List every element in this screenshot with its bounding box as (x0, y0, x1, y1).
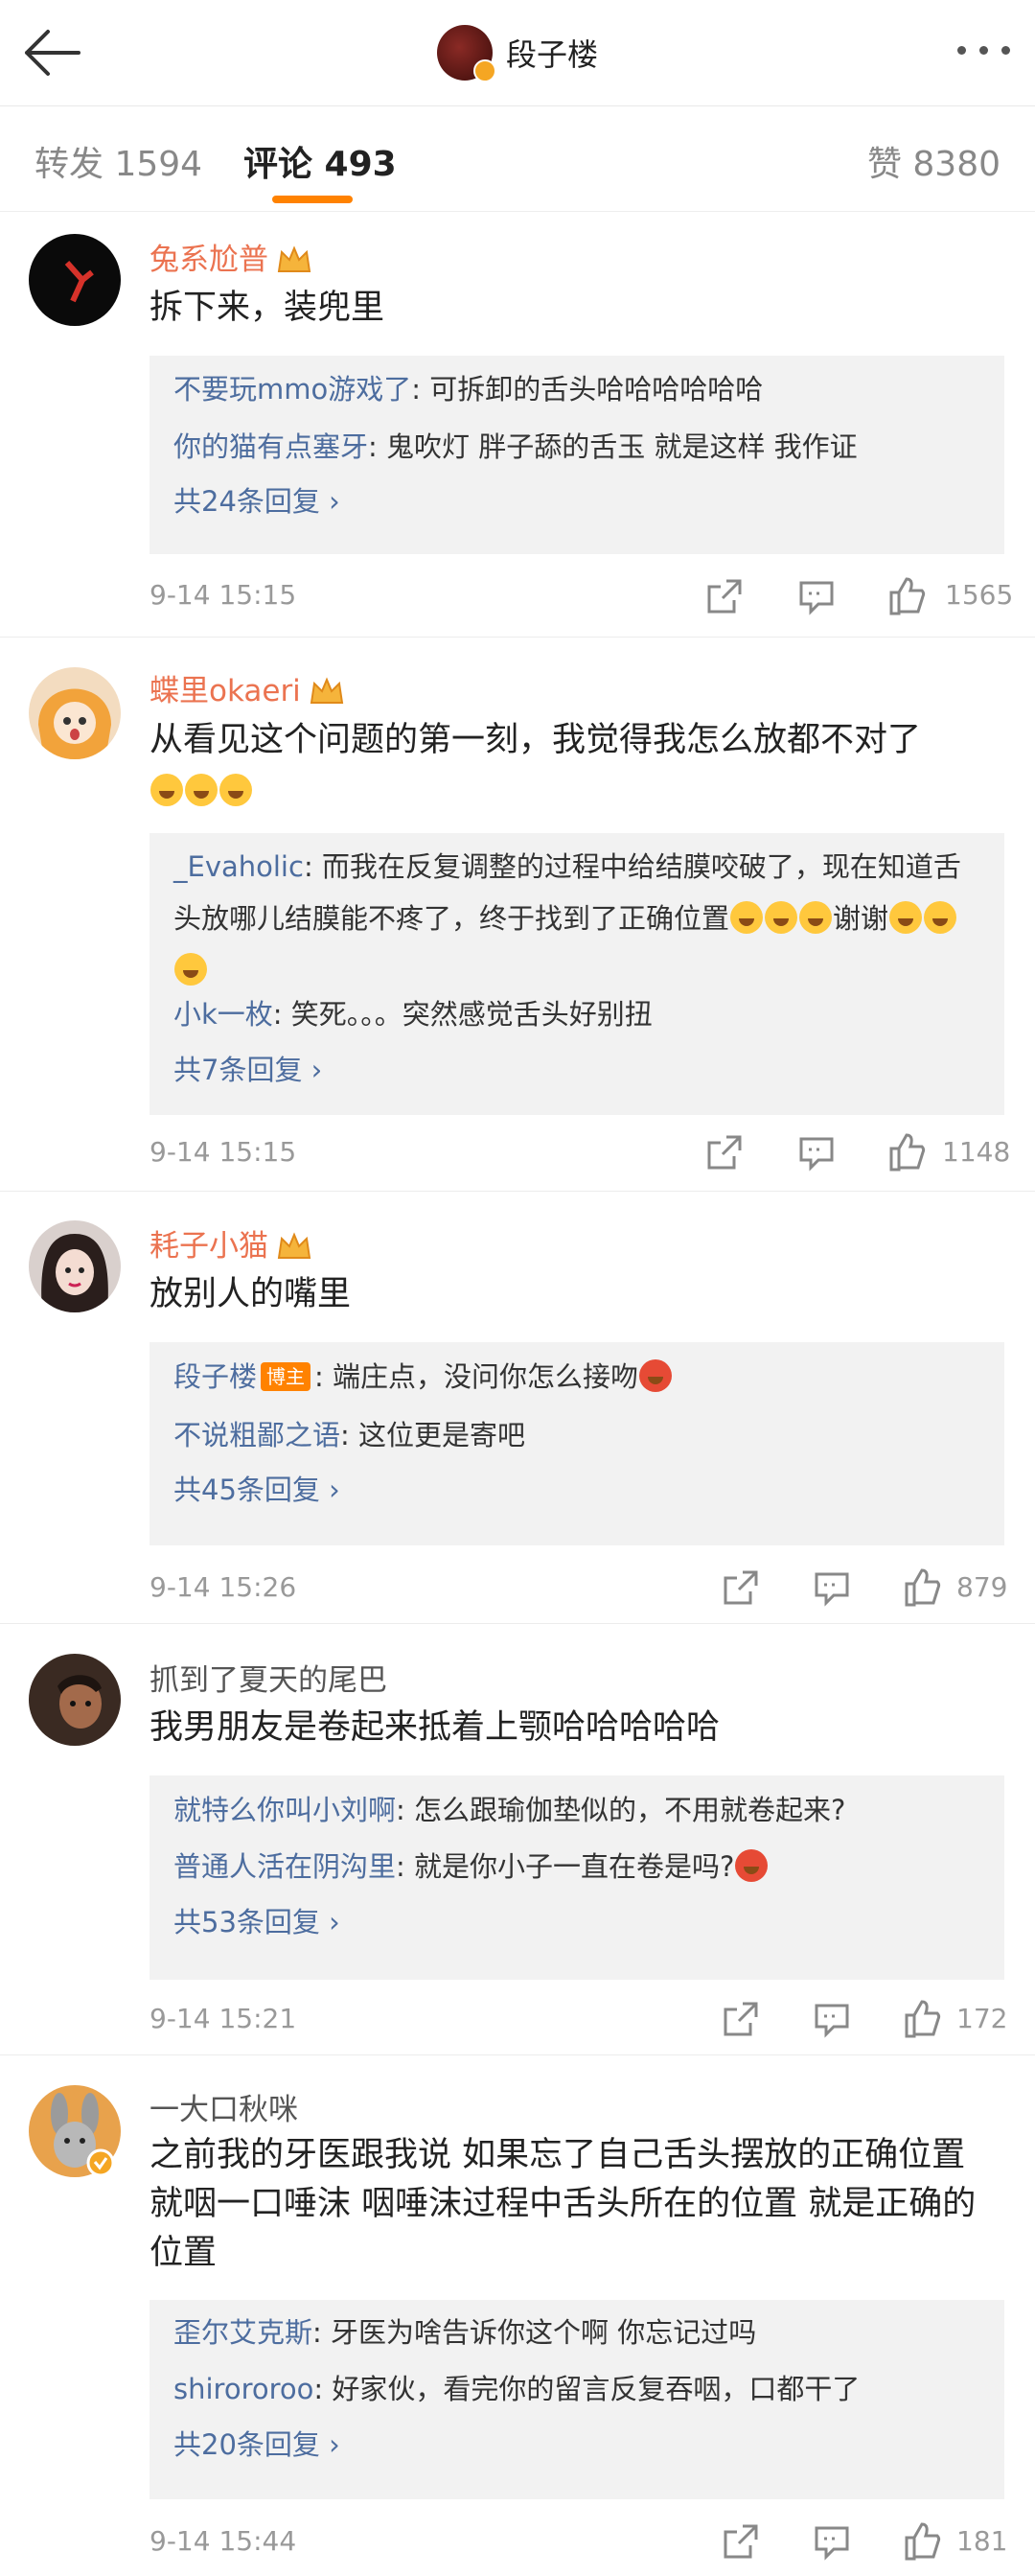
comment-icon[interactable] (797, 577, 836, 615)
like-count: 1565 (945, 579, 1014, 611)
vip-crown-icon (277, 245, 311, 272)
timestamp: 9-14 15:21 (150, 2003, 297, 2034)
like-count: 1148 (942, 1136, 1011, 1168)
crying-emoji-icon (889, 901, 923, 934)
reply-item[interactable]: shirororoo: 好家伙，看完你的留言反复吞咽，口都干了 (173, 2364, 983, 2414)
reply-item[interactable]: _Evaholic: 而我在反复调整的过程中给结膜咬破了，现在知道舌头放哪儿结膜… (173, 841, 983, 996)
tab-reposts[interactable]: 转发 1594 (34, 136, 202, 186)
crying-emoji-icon (799, 901, 833, 934)
view-more-replies-link[interactable]: 共24条回复 › (173, 479, 340, 520)
like-icon[interactable] (903, 2000, 941, 2038)
username[interactable]: 蝶里okaeri (150, 666, 345, 709)
comment-text: 拆下来，装兜里 (150, 289, 385, 327)
reply-box[interactable]: 段子楼 博主: 端庄点，没问你怎么接吻 不说粗鄙之语: 这位更是寄吧 共45条回复… (150, 1342, 1004, 1545)
vip-crown-icon (277, 1232, 311, 1259)
username[interactable]: 兔系尬普 (150, 235, 312, 278)
crying-emoji-icon (924, 901, 957, 934)
reply-item[interactable]: 段子楼 博主: 端庄点，没问你怎么接吻 (173, 1352, 983, 1402)
crying-emoji-icon (730, 901, 764, 934)
crying-emoji-icon (185, 774, 218, 806)
top-bar: 段子楼 (0, 0, 1035, 106)
reply-box[interactable]: 不要玩mmo游戏了: 可拆卸的舌头哈哈哈哈哈哈 你的猫有点塞牙: 鬼吹灯 胖子舔… (150, 356, 1004, 554)
tab-bar: 转发 1594 评论 493 赞 8380 (0, 105, 1035, 212)
reply-box[interactable]: 歪尔艾克斯: 牙医为啥告诉你这个啊 你忘记过吗 shirororoo: 好家伙，… (150, 2300, 1004, 2499)
avatar[interactable] (29, 667, 121, 759)
comment-icon[interactable] (797, 1133, 836, 1172)
timestamp: 9-14 15:15 (150, 1136, 297, 1168)
comment-text: 从看见这个问题的第一刻，我觉得我怎么放都不对了 (150, 715, 1000, 815)
verified-badge-icon (86, 2148, 115, 2177)
share-icon[interactable] (722, 2522, 760, 2561)
like-count: 181 (956, 2525, 1008, 2557)
comment-icon[interactable] (813, 2000, 851, 2038)
avatar[interactable] (29, 1654, 121, 1746)
reply-item[interactable]: 不要玩mmo游戏了: 可拆卸的舌头哈哈哈哈哈哈 (173, 364, 983, 414)
comment-icon[interactable] (813, 1568, 851, 1607)
comment-text: 放别人的嘴里 (150, 1275, 352, 1313)
timestamp: 9-14 15:15 (150, 579, 297, 611)
reply-item[interactable]: 你的猫有点塞牙: 鬼吹灯 胖子舔的舌玉 就是这样 我作证 (173, 422, 983, 472)
comment-text: 之前我的牙医跟我说 如果忘了自己舌头摆放的正确位置 就咽一口唾沫 咽唾沫过程中舌… (150, 2136, 977, 2272)
share-icon[interactable] (722, 1568, 760, 1607)
timestamp: 9-14 15:26 (150, 1571, 297, 1603)
crying-emoji-icon (150, 774, 183, 806)
more-options-icon[interactable] (957, 46, 1010, 55)
share-icon[interactable] (722, 2000, 760, 2038)
reply-item[interactable]: 小k一枚: 笑死。。。突然感觉舌头好别扭 (173, 989, 983, 1039)
like-count: 879 (956, 1571, 1008, 1603)
like-icon[interactable] (903, 2522, 941, 2561)
like-icon[interactable] (887, 1133, 926, 1172)
page-title: 段子楼 (505, 36, 598, 73)
verified-badge-icon (472, 59, 496, 82)
active-tab-indicator (272, 196, 353, 203)
share-icon[interactable] (705, 1133, 744, 1172)
vip-crown-icon (310, 677, 343, 704)
view-more-replies-link[interactable]: 共7条回复 › (173, 1048, 322, 1088)
header: 段子楼 (0, 0, 1035, 105)
like-icon[interactable] (903, 1568, 941, 1607)
comment-item: 蝶里okaeri 从看见这个问题的第一刻，我觉得我怎么放都不对了 _Evahol… (0, 637, 1035, 1192)
share-icon[interactable] (705, 577, 744, 615)
username[interactable]: 耗子小猫 (150, 1221, 312, 1265)
timestamp: 9-14 15:44 (150, 2525, 297, 2557)
crying-emoji-icon (765, 901, 798, 934)
reply-item[interactable]: 就特么你叫小刘啊: 怎么跟瑜伽垫似的，不用就卷起来? (173, 1785, 983, 1835)
comment-icon[interactable] (813, 2522, 851, 2561)
reply-item[interactable]: 不说粗鄙之语: 这位更是寄吧 (173, 1410, 983, 1460)
crying-emoji-icon (219, 774, 252, 806)
reply-box[interactable]: _Evaholic: 而我在反复调整的过程中给结膜咬破了，现在知道舌头放哪儿结膜… (150, 833, 1004, 1115)
comment-item: 一大口秋咪 之前我的牙医跟我说 如果忘了自己舌头摆放的正确位置 就咽一口唾沫 咽… (0, 2054, 1035, 2576)
reply-item[interactable]: 歪尔艾克斯: 牙医为啥告诉你这个啊 你忘记过吗 (173, 2308, 983, 2357)
crying-emoji-icon (174, 953, 207, 986)
tab-likes[interactable]: 赞 8380 (867, 136, 1000, 186)
view-more-replies-link[interactable]: 共20条回复 › (173, 2423, 340, 2463)
angry-emoji-icon (639, 1359, 673, 1392)
comment-text: 我男朋友是卷起来抵着上颚哈哈哈哈哈 (150, 1708, 721, 1747)
view-more-replies-link[interactable]: 共53条回复 › (173, 1900, 340, 1940)
avatar[interactable] (29, 234, 121, 326)
angry-emoji-icon (735, 1849, 769, 1882)
username[interactable]: 抓到了夏天的尾巴 (150, 1656, 387, 1699)
username[interactable]: 一大口秋咪 (150, 2085, 298, 2128)
like-icon[interactable] (887, 577, 926, 615)
account-avatar[interactable] (436, 25, 496, 82)
host-badge: 博主 (261, 1362, 311, 1391)
comment-item: 耗子小猫 放别人的嘴里 段子楼 博主: 端庄点，没问你怎么接吻 不说粗鄙之语: 这… (0, 1191, 1035, 1624)
reply-box[interactable]: 就特么你叫小刘啊: 怎么跟瑜伽垫似的，不用就卷起来? 普通人活在阴沟里: 就是你… (150, 1775, 1004, 1980)
comment-item: 兔系尬普 拆下来，装兜里 不要玩mmo游戏了: 可拆卸的舌头哈哈哈哈哈哈 你的猫… (0, 212, 1035, 638)
like-count: 172 (956, 2003, 1008, 2034)
view-more-replies-link[interactable]: 共45条回复 › (173, 1468, 340, 1508)
reply-item[interactable]: 普通人活在阴沟里: 就是你小子一直在卷是吗? (173, 1842, 983, 1891)
avatar[interactable] (29, 1220, 121, 1312)
tab-comments[interactable]: 评论 493 (243, 136, 397, 186)
comment-item: 抓到了夏天的尾巴 我男朋友是卷起来抵着上颚哈哈哈哈哈 就特么你叫小刘啊: 怎么跟… (0, 1623, 1035, 2055)
